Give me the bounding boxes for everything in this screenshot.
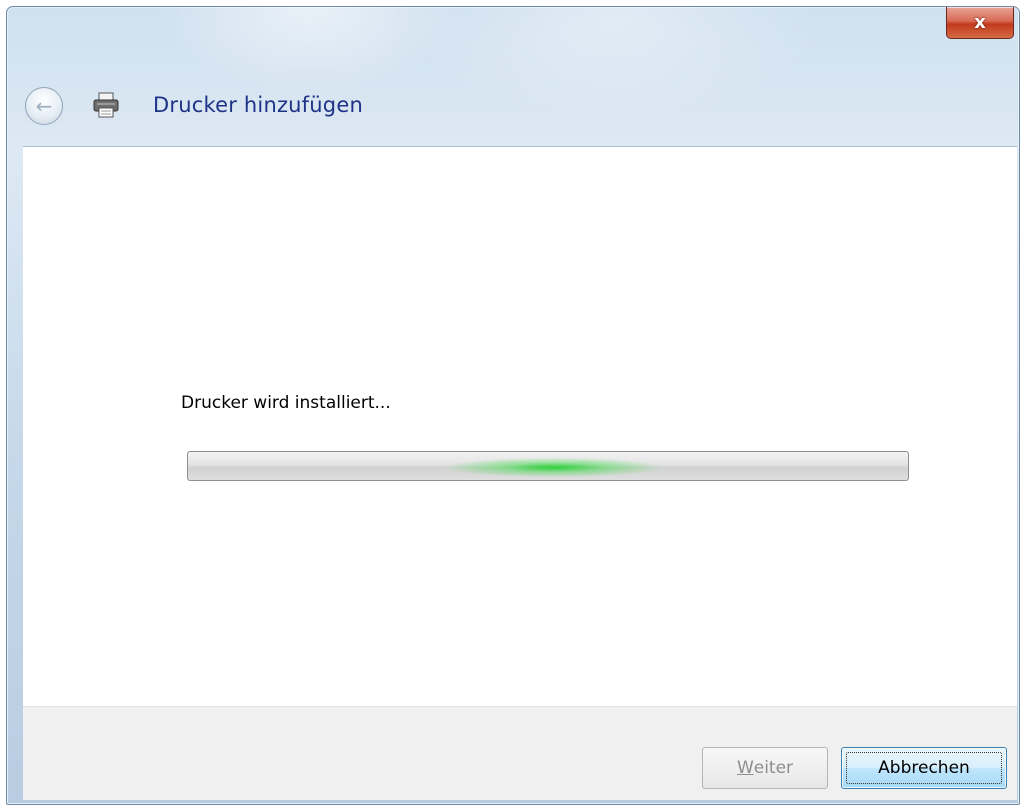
cancel-button[interactable]: Abbrechen [841, 747, 1007, 789]
next-button[interactable]: Weiter [702, 747, 828, 789]
dialog-footer: Weiter Abbrechen [23, 706, 1017, 800]
content-area: Drucker wird installiert... [23, 146, 1017, 707]
back-arrow-icon: ← [35, 94, 53, 118]
progress-marquee-glow [444, 452, 664, 480]
next-button-label: eiter [753, 758, 794, 778]
close-icon: x [974, 12, 986, 33]
close-button[interactable]: x [946, 7, 1014, 39]
install-progress-bar [187, 451, 909, 481]
printer-icon [93, 92, 119, 118]
add-printer-dialog: x ← Drucker hinzufügen Drucker wird inst… [6, 6, 1020, 805]
dialog-title: Drucker hinzufügen [153, 93, 363, 117]
back-button[interactable]: ← [25, 87, 63, 125]
dialog-header: ← Drucker hinzufügen [7, 67, 1019, 147]
cancel-button-label: Abbrechen [878, 758, 970, 778]
next-button-accelerator: W [736, 758, 754, 778]
install-status-text: Drucker wird installiert... [181, 393, 391, 413]
